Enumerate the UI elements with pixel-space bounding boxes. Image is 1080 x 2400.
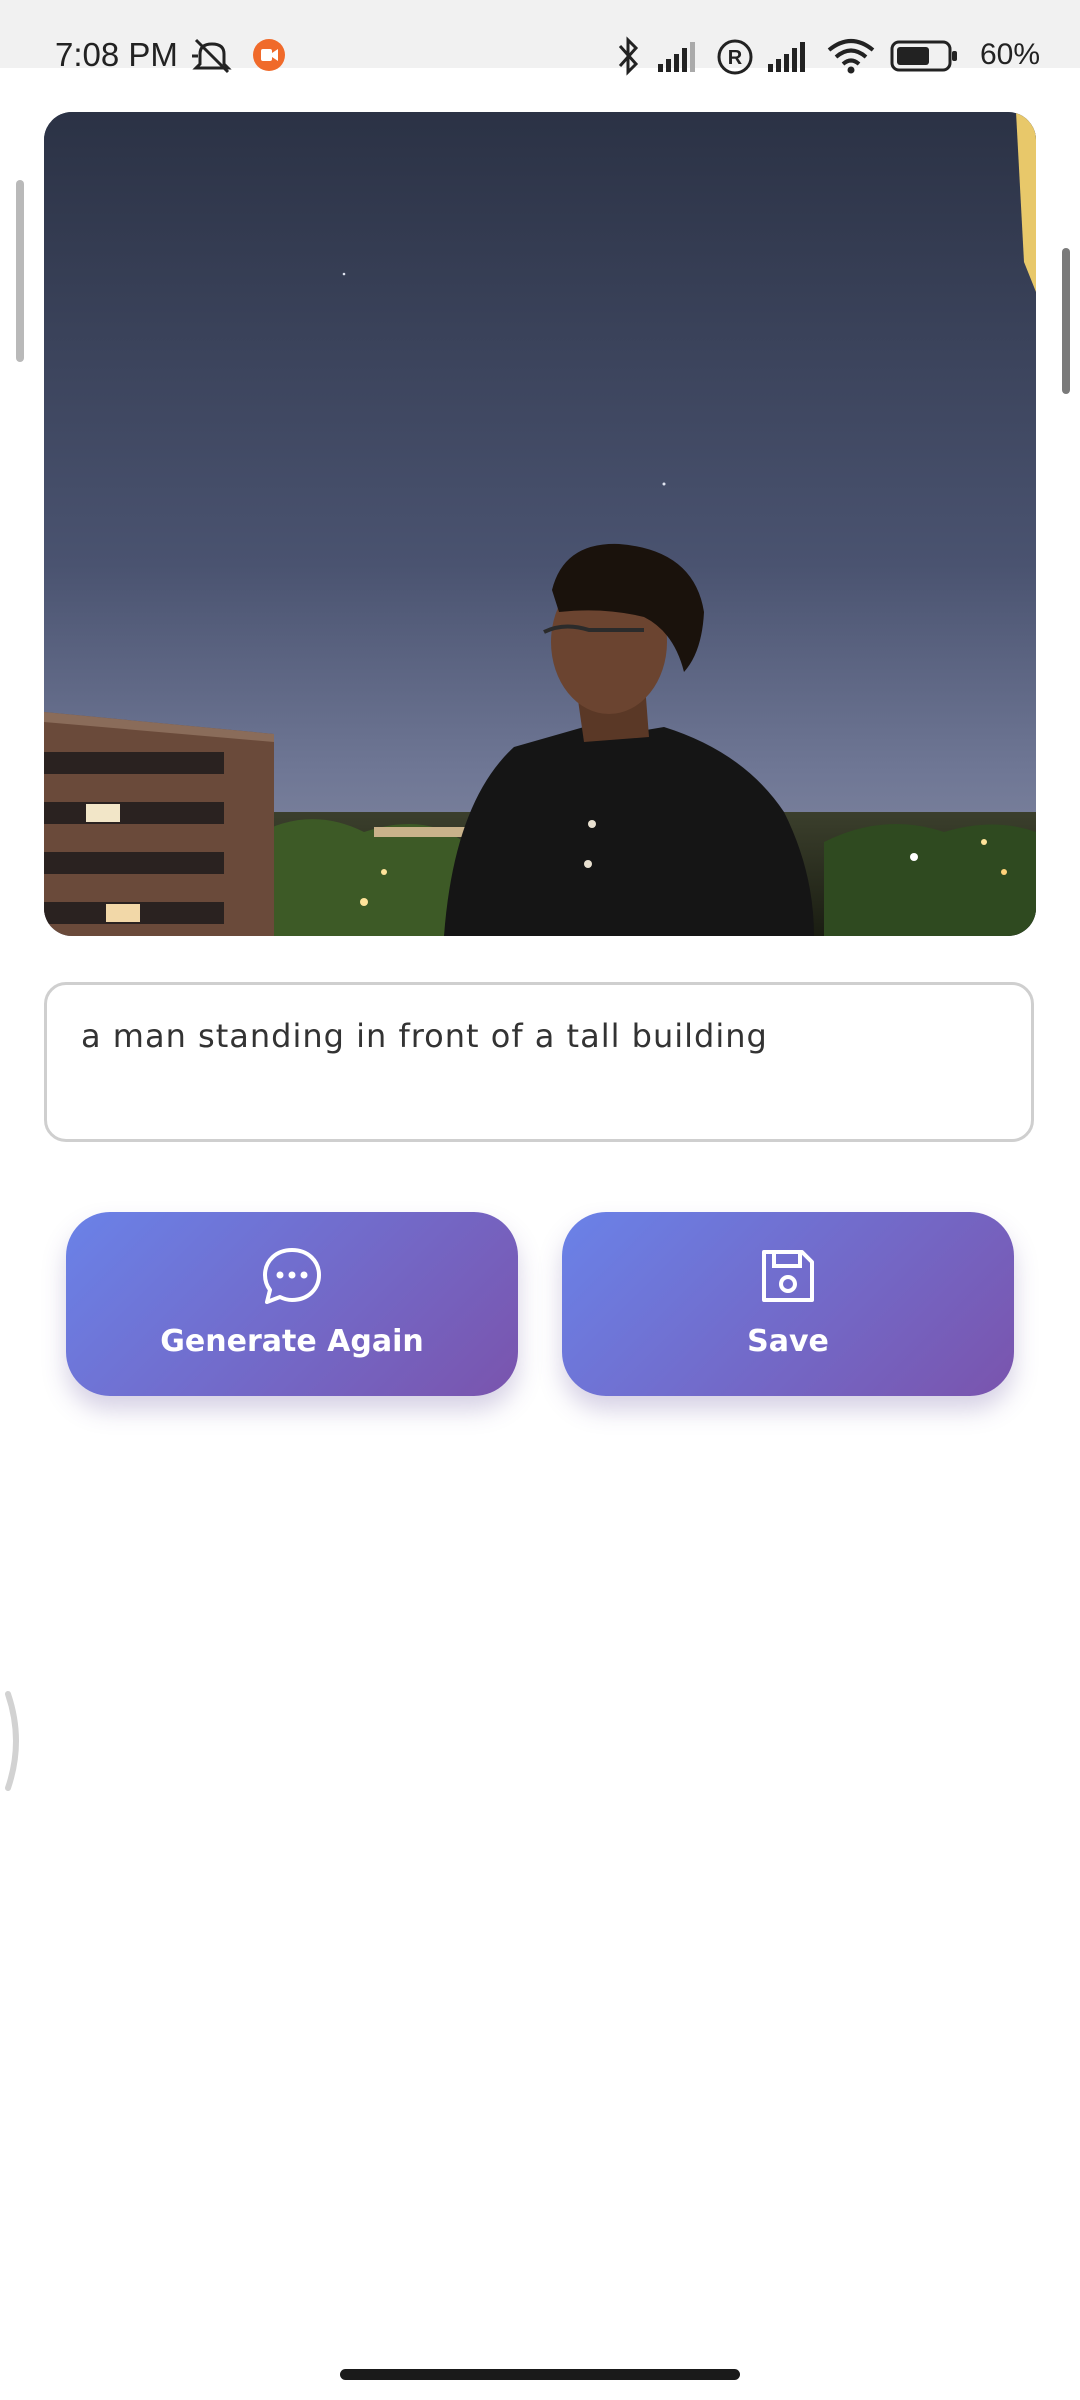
status-bar: 7:08 PM R 60% <box>0 0 1080 76</box>
screen: 7:08 PM R 60% a man standing in front of… <box>0 0 1080 2400</box>
generated-photo <box>44 112 1036 936</box>
caption-field[interactable]: a man standing in front of a tall buildi… <box>44 982 1034 1142</box>
chat-bubble-icon <box>260 1244 324 1308</box>
bluetooth-icon <box>614 36 642 80</box>
battery-icon <box>890 40 960 76</box>
save-label: Save <box>747 1323 829 1359</box>
screen-record-icon <box>252 38 286 76</box>
back-gesture-handle[interactable] <box>0 1690 26 1792</box>
signal-icon <box>766 38 814 78</box>
battery-percentage: 60% <box>979 38 1040 71</box>
floppy-disk-icon <box>756 1244 820 1308</box>
photo-image <box>44 112 1036 936</box>
roaming-icon: R <box>716 38 754 80</box>
scroll-indicator-left <box>16 180 24 362</box>
signal-icon <box>656 38 704 78</box>
svg-text:R: R <box>728 47 743 69</box>
caption-text: a man standing in front of a tall buildi… <box>81 1017 768 1055</box>
generate-again-button[interactable]: Generate Again <box>66 1212 518 1396</box>
wifi-icon <box>826 36 876 80</box>
home-indicator[interactable] <box>340 2369 740 2380</box>
scrollbar[interactable] <box>1062 248 1070 394</box>
generate-again-label: Generate Again <box>160 1323 424 1359</box>
mute-icon <box>190 36 234 80</box>
status-time: 7:08 PM <box>55 36 178 73</box>
save-button[interactable]: Save <box>562 1212 1014 1396</box>
